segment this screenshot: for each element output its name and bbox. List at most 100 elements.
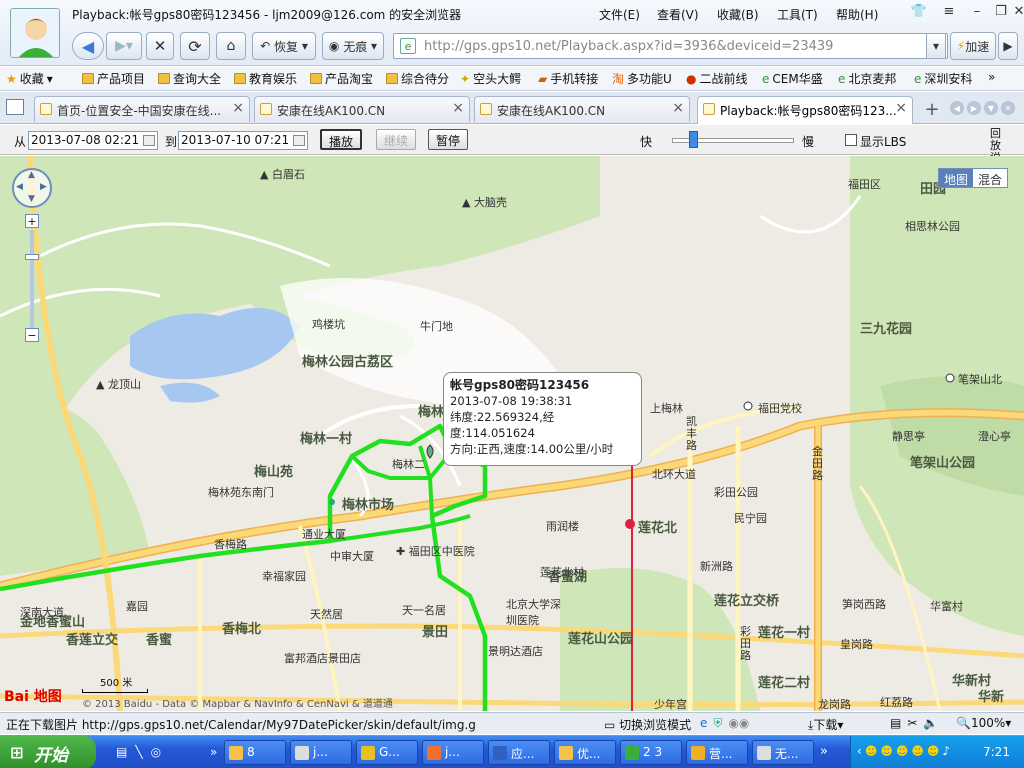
sound-icon[interactable]: 🔈 bbox=[923, 716, 938, 730]
restore-button[interactable]: ↶ 恢复 ▾ bbox=[252, 32, 316, 60]
url-dropdown[interactable]: ▾ bbox=[926, 33, 946, 59]
taskbar-item[interactable]: G... bbox=[356, 740, 418, 765]
calendar-icon[interactable] bbox=[143, 135, 155, 146]
minimize-button[interactable]: – bbox=[966, 3, 988, 21]
pen-icon[interactable]: ╲ bbox=[135, 745, 142, 759]
new-tab-button[interactable]: + bbox=[920, 98, 944, 120]
download-button[interactable]: ⤓下载▾ bbox=[808, 716, 843, 733]
tab-menu-icon[interactable]: ▼ bbox=[984, 101, 998, 115]
close-all-icon[interactable]: ✕ bbox=[1001, 101, 1015, 115]
close-icon[interactable]: × bbox=[895, 100, 907, 116]
taskbar-item[interactable]: j... bbox=[422, 740, 484, 765]
taskbar-expand[interactable]: » bbox=[210, 745, 217, 759]
qq-icon[interactable]: ☻ bbox=[880, 744, 893, 758]
menu-view[interactable]: 查看(V) bbox=[657, 6, 699, 23]
back-button[interactable]: ◀ bbox=[72, 32, 104, 60]
incognito-button[interactable]: ◉ 无痕 ▾ bbox=[322, 32, 384, 60]
shield-icon[interactable]: ⛨ bbox=[713, 716, 722, 731]
tab-list-icon[interactable] bbox=[6, 99, 24, 115]
fav-item[interactable]: e CEM华盛 bbox=[762, 70, 823, 87]
zoom-in-button[interactable]: + bbox=[25, 214, 39, 228]
qq-icon[interactable]: ☻ bbox=[927, 744, 940, 758]
zoom-out-button[interactable]: − bbox=[25, 328, 39, 342]
fav-item[interactable]: ✦ 空头大鳄 bbox=[460, 70, 521, 87]
qq-icon[interactable]: ☻ bbox=[911, 744, 924, 758]
taskbar-item[interactable]: 营... bbox=[686, 740, 748, 765]
play-button[interactable]: 播放 bbox=[320, 129, 363, 150]
fav-item[interactable]: ● 二战前线 bbox=[686, 70, 748, 87]
show-lbs-checkbox[interactable] bbox=[845, 134, 857, 146]
accelerate-button[interactable]: ⚡ 加速 bbox=[950, 32, 996, 60]
pause-button[interactable]: 暂停 bbox=[428, 129, 469, 150]
browser-icon[interactable]: ◎ bbox=[151, 745, 161, 759]
qq-icon[interactable]: ☻ bbox=[896, 744, 909, 758]
menu-tools[interactable]: 工具(T) bbox=[777, 6, 818, 23]
view-mode-toggle[interactable]: ▭ 切换浏览模式 bbox=[604, 716, 691, 733]
close-icon[interactable]: × bbox=[232, 100, 244, 116]
pan-up-icon[interactable]: ▲ bbox=[28, 170, 35, 180]
fav-item[interactable]: e 北京麦邦 bbox=[838, 70, 896, 87]
toggle-icon[interactable]: ◉◉ bbox=[728, 716, 749, 731]
fav-item[interactable]: 淘多功能U bbox=[612, 70, 672, 87]
tab-scroll-right-icon[interactable]: ▶ bbox=[967, 101, 981, 115]
home-button[interactable]: ⌂ bbox=[216, 32, 246, 60]
tab-active[interactable]: Playback:帐号gps80密码123... × bbox=[697, 96, 913, 124]
menu-file[interactable]: 文件(E) bbox=[599, 6, 640, 23]
taskbar-item[interactable]: 应... bbox=[488, 740, 550, 765]
fav-item[interactable]: 综合待分 bbox=[386, 70, 449, 87]
start-date-input[interactable]: 2013-07-08 02:21 bbox=[28, 131, 158, 150]
page-icon[interactable]: ▤ bbox=[890, 716, 901, 730]
zoom-level[interactable]: 🔍100%▾ bbox=[956, 716, 1011, 730]
tab[interactable]: 首页-位置安全-中国安康在线... × bbox=[34, 96, 250, 122]
close-window-button[interactable]: ✕ bbox=[1008, 3, 1024, 21]
pan-left-icon[interactable]: ◀ bbox=[16, 182, 23, 192]
continue-button[interactable]: 继续 bbox=[376, 129, 417, 150]
menu-favorites[interactable]: 收藏(B) bbox=[717, 6, 759, 23]
ie-icon[interactable]: e bbox=[700, 716, 707, 731]
fav-item[interactable]: 查询大全 bbox=[158, 70, 221, 87]
address-bar[interactable]: e http://gps.gps10.net/Playback.aspx?id=… bbox=[393, 33, 948, 59]
taskbar-item[interactable]: j... bbox=[290, 740, 352, 765]
list-icon[interactable]: ≡ bbox=[938, 3, 960, 21]
tab[interactable]: 安康在线AK100.CN × bbox=[254, 96, 470, 122]
taskbar-overflow[interactable]: » bbox=[820, 744, 828, 759]
qq-icon[interactable]: ☻ bbox=[865, 744, 878, 758]
map-type-hybrid[interactable]: 混合 bbox=[973, 169, 1008, 187]
close-icon[interactable]: × bbox=[672, 100, 684, 116]
zoom-slider-thumb[interactable] bbox=[25, 254, 39, 260]
fav-item[interactable]: 教育娱乐 bbox=[234, 70, 297, 87]
clock[interactable]: 7:21 bbox=[983, 745, 1010, 759]
taskbar-item[interactable]: 2 3 bbox=[620, 740, 682, 765]
refresh-button[interactable]: ⟳ bbox=[180, 32, 210, 60]
fav-item[interactable]: 产品淘宝 bbox=[310, 70, 373, 87]
map-type-map[interactable]: 地图 bbox=[939, 169, 974, 187]
taskbar-item[interactable]: 8 bbox=[224, 740, 286, 765]
user-avatar[interactable] bbox=[10, 8, 60, 58]
start-button[interactable]: ⊞ 开始 bbox=[0, 736, 96, 768]
forward-button[interactable]: ▶▾ bbox=[106, 32, 142, 60]
screenshot-icon[interactable]: ✂ bbox=[907, 716, 917, 730]
map-pan-control[interactable]: ▲ ▼ ◀ ▶ bbox=[12, 168, 52, 208]
skin-icon[interactable]: 👕 bbox=[908, 3, 930, 21]
fav-item[interactable]: 产品项目 bbox=[82, 70, 145, 87]
menu-help[interactable]: 帮助(H) bbox=[836, 6, 878, 23]
favorites-menu[interactable]: ★ 收藏 ▾ bbox=[6, 70, 53, 87]
volume-icon[interactable]: ♪ bbox=[942, 744, 950, 758]
zoom-slider[interactable] bbox=[30, 230, 34, 328]
pan-down-icon[interactable]: ▼ bbox=[28, 194, 35, 204]
document-icon[interactable]: ▤ bbox=[116, 745, 127, 759]
fav-item[interactable]: e 深圳安科 bbox=[914, 70, 972, 87]
fav-item[interactable]: ▰ 手机转接 bbox=[538, 70, 598, 87]
pan-right-icon[interactable]: ▶ bbox=[40, 182, 47, 192]
calendar-icon[interactable] bbox=[293, 135, 305, 146]
end-date-input[interactable]: 2013-07-10 07:21 bbox=[178, 131, 308, 150]
tray-arrow-icon[interactable]: ‹ bbox=[857, 744, 862, 758]
map-view[interactable]: ▲ 白眉石 ▲ 大脑壳 鸡楼坑 牛门地 梅林公园古荔区 ▲ 龙顶山 梅林 梅林一… bbox=[0, 156, 1024, 711]
close-icon[interactable]: × bbox=[452, 100, 464, 116]
toolbar-more-button[interactable]: ▶ bbox=[998, 32, 1018, 60]
speed-slider-thumb[interactable] bbox=[688, 131, 698, 148]
taskbar-item[interactable]: 无... bbox=[752, 740, 814, 765]
tab[interactable]: 安康在线AK100.CN × bbox=[474, 96, 690, 122]
favorites-overflow-button[interactable]: » bbox=[988, 70, 995, 84]
taskbar-item[interactable]: 优... bbox=[554, 740, 616, 765]
